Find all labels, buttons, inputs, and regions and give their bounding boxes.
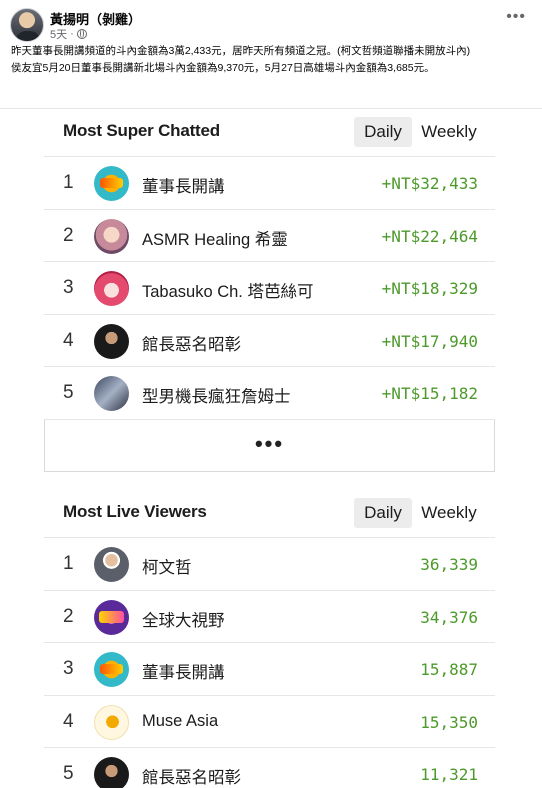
viewer-count: 34,376 (420, 607, 478, 627)
card-title: Most Live Viewers (63, 502, 207, 521)
live-viewers-card: Most Live Viewers Daily Weekly 1 柯文哲 36,… (44, 488, 495, 788)
rank-number: 2 (63, 605, 74, 627)
post-header: 黃揚明（剝雞） 5天 · ••• (10, 8, 532, 44)
channel-name[interactable]: Muse Asia (142, 712, 218, 731)
channel-name[interactable]: ASMR Healing 希靈 (142, 226, 288, 250)
post-time[interactable]: 5天 (50, 26, 67, 42)
ranking-row[interactable]: 2 全球大視野 34,376 (44, 591, 495, 643)
super-chat-amount: +NT$22,464 (381, 226, 478, 246)
channel-avatar (94, 376, 129, 411)
viewer-count: 15,887 (420, 660, 478, 679)
viewer-count: 15,350 (420, 712, 478, 732)
card-title: Most Super Chatted (63, 121, 220, 140)
tab-daily[interactable]: Daily (354, 117, 412, 147)
rank-number: 1 (63, 553, 74, 574)
card-header: Most Live Viewers Daily Weekly (44, 488, 495, 538)
ranking-row[interactable]: 3 Tabasuko Ch. 塔芭絲可 +NT$18,329 (44, 262, 495, 315)
more-options-icon[interactable]: ••• (506, 9, 526, 25)
ranking-row[interactable]: 5 館長惡名昭彰 11,321 (44, 748, 495, 788)
channel-avatar (94, 599, 129, 635)
channel-name[interactable]: 館長惡名昭彰 (142, 764, 241, 788)
post-meta: 5天 · (50, 26, 87, 42)
channel-avatar (94, 271, 129, 306)
post-paragraph-1: 昨天董事長開講頻道的斗內金額為3萬2,433元，居昨天所有頻道之冠。(柯文哲頻道… (11, 45, 471, 57)
channel-name[interactable]: 董事長開講 (142, 659, 225, 683)
post-paragraph-2: 侯友宜5月20日董事長開講新北場斗內金額為9,370元，5月27日高雄場斗內金額… (11, 62, 435, 74)
super-chat-amount: +NT$17,940 (381, 331, 478, 351)
card-header: Most Super Chatted Daily Weekly (44, 107, 495, 157)
show-more-button[interactable]: ••• (45, 431, 494, 457)
channel-avatar (94, 547, 129, 582)
ranking-row[interactable]: 1 柯文哲 36,339 (44, 538, 495, 591)
tab-weekly[interactable]: Weekly (417, 498, 481, 528)
channel-avatar (94, 323, 129, 359)
viewer-count: 36,339 (420, 555, 478, 574)
ranking-row[interactable]: 1 董事長開講 +NT$32,433 (44, 157, 495, 210)
rank-number: 1 (63, 172, 74, 193)
super-chatted-card: Most Super Chatted Daily Weekly 1 董事長開講 … (44, 107, 495, 472)
super-chat-amount: +NT$15,182 (381, 384, 478, 403)
channel-avatar (94, 704, 129, 740)
channel-avatar (94, 166, 129, 201)
channel-name[interactable]: 全球大視野 (142, 607, 225, 631)
channel-name[interactable]: 型男機長瘋狂詹姆士 (142, 383, 291, 407)
rank-number: 3 (63, 277, 74, 298)
show-more-row[interactable]: ••• (44, 419, 495, 472)
ranking-row[interactable]: 2 ASMR Healing 希靈 +NT$22,464 (44, 210, 495, 262)
rank-number: 4 (63, 329, 74, 351)
channel-avatar (94, 218, 129, 254)
ranking-row[interactable]: 5 型男機長瘋狂詹姆士 +NT$15,182 (44, 367, 495, 420)
ranking-row[interactable]: 4 Muse Asia 15,350 (44, 696, 495, 748)
channel-avatar (94, 652, 129, 687)
rank-number: 2 (63, 224, 74, 246)
rank-number: 4 (63, 710, 74, 732)
ranking-row[interactable]: 3 董事長開講 15,887 (44, 643, 495, 696)
channel-name[interactable]: Tabasuko Ch. 塔芭絲可 (142, 278, 313, 302)
ranking-row[interactable]: 4 館長惡名昭彰 +NT$17,940 (44, 315, 495, 367)
rank-number: 5 (63, 382, 74, 403)
channel-name[interactable]: 柯文哲 (142, 554, 192, 578)
rank-number: 3 (63, 658, 74, 679)
channel-avatar (94, 757, 129, 788)
globe-icon (76, 29, 87, 39)
author-avatar[interactable] (10, 8, 44, 42)
channel-name[interactable]: 董事長開講 (142, 173, 225, 197)
tab-daily[interactable]: Daily (354, 498, 412, 528)
super-chat-amount: +NT$32,433 (381, 174, 478, 193)
meta-separator: · (70, 28, 74, 40)
post-text: 昨天董事長開講頻道的斗內金額為3萬2,433元，居昨天所有頻道之冠。(柯文哲頻道… (11, 44, 521, 78)
super-chat-amount: +NT$18,329 (381, 279, 478, 298)
channel-name[interactable]: 館長惡名昭彰 (142, 331, 241, 355)
viewer-count: 11,321 (420, 765, 478, 784)
rank-number: 5 (63, 763, 74, 784)
tab-weekly[interactable]: Weekly (417, 117, 481, 147)
